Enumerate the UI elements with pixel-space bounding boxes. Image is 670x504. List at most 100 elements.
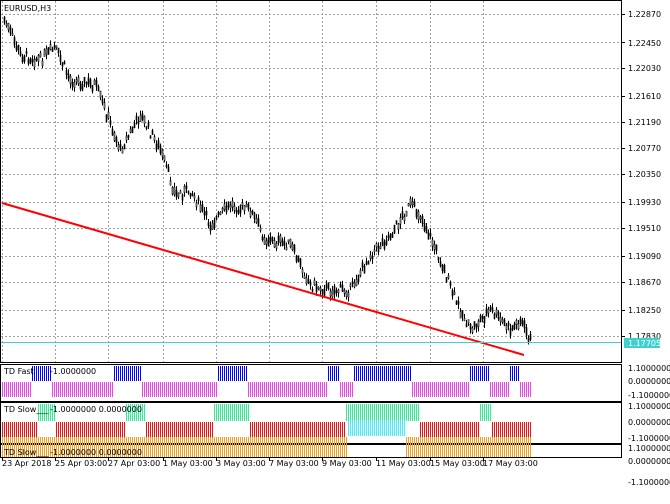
candle-body: [259, 227, 262, 231]
candle-body: [205, 210, 208, 216]
td-fast-bar: [166, 382, 167, 397]
td-slow-2-bar: [372, 420, 373, 436]
candle-body: [57, 47, 60, 54]
candle-body: [483, 315, 486, 324]
td-fast-bar: [16, 382, 17, 397]
td-slow-2-bar: [222, 437, 223, 457]
td-slow-2-bar: [260, 437, 261, 457]
td-fast-bar: [448, 382, 449, 397]
td-slow-2-bar: [224, 437, 225, 457]
candle-body: [465, 323, 468, 328]
td-slow-2-bar: [366, 420, 367, 436]
candle-body: [187, 190, 190, 194]
candle-body: [341, 285, 344, 292]
td-slow-2-bar: [504, 437, 505, 457]
candle-body: [249, 211, 252, 217]
td-slow-2-bar: [184, 437, 185, 457]
candle-body: [311, 288, 314, 292]
td-slow-2-bar: [298, 437, 299, 457]
td-fast-bar: [380, 366, 381, 381]
candle-body: [269, 236, 272, 243]
candle-body: [73, 82, 76, 88]
td-fast-bar: [414, 382, 415, 397]
candle-body: [161, 149, 164, 157]
td-fast-bar: [186, 382, 187, 397]
td-fast-bar: [210, 382, 211, 397]
td-fast-bar: [360, 366, 361, 381]
td-fast-bar: [316, 382, 317, 397]
td-slow-2-bar: [376, 420, 377, 436]
td-slow-2-bar: [236, 437, 237, 457]
td-slow-2-bar: [398, 420, 399, 436]
td-slow-1-bar: [236, 404, 237, 421]
td-slow-2-bar: [354, 420, 355, 436]
td-slow-2-value: -1.0000000 0.0000000: [50, 448, 142, 457]
td-slow-2-bar: [492, 437, 493, 457]
td-fast-bar: [376, 366, 377, 381]
scale-label: 0.0000000: [628, 418, 670, 427]
td-slow-1-label: TD Slow___: [3, 405, 49, 414]
td-slow-2-bar: [490, 437, 491, 457]
candle-body: [179, 190, 182, 194]
candle-body: [487, 308, 490, 314]
td-slow-1-bar: [490, 404, 491, 421]
td-slow-2-scale[interactable]: 1.1000000 0.0000000 -1.1000000: [628, 444, 670, 487]
time-axis[interactable]: 23 Apr 2018 25 Apr 03:00 27 Apr 03:00 1 …: [2, 459, 538, 468]
td-slow-2-bar: [328, 437, 329, 457]
td-fast-bar: [66, 382, 67, 397]
td-fast-bar: [510, 366, 511, 381]
chart-canvas[interactable]: EURUSD,H3 TD Fast -1.0000000 TD Slow___ …: [0, 0, 670, 502]
td-slow-1-scale[interactable]: 1.1000000 0.0000000 -1.1000000: [628, 402, 670, 443]
td-slow-2-bar: [392, 420, 393, 436]
td-fast-bar: [356, 366, 357, 381]
candle-body: [47, 47, 50, 55]
candle-body: [153, 136, 156, 141]
td-fast-bar: [472, 366, 473, 381]
td-fast-bar: [354, 366, 355, 381]
td-slow-2-bar: [400, 420, 401, 436]
candle-body: [391, 233, 394, 238]
td-slow-2-bar: [248, 437, 249, 457]
td-slow-2-bar: [272, 437, 273, 457]
td-slow-2-bar: [396, 420, 397, 436]
candle-body: [103, 102, 106, 109]
td-fast-scale[interactable]: 1.1000000 0.0000000 -1.1000000: [628, 364, 670, 400]
candle-body: [131, 126, 134, 134]
main-price-pane[interactable]: [0, 0, 622, 363]
candle-body: [13, 37, 16, 46]
candle-body: [63, 61, 66, 65]
td-slow-2-bar: [310, 437, 311, 457]
td-slow-2-bar: [178, 437, 179, 457]
td-fast-bar: [460, 382, 461, 397]
td-fast-bar: [144, 382, 145, 397]
candle-body: [23, 55, 26, 62]
td-fast-bar: [180, 382, 181, 397]
td-slow-2-bar: [404, 420, 405, 436]
td-fast-bar: [164, 382, 165, 397]
candle-body: [281, 239, 284, 246]
td-fast-bar: [250, 382, 251, 397]
td-slow-1-bar: [364, 404, 365, 421]
candle-body: [89, 79, 92, 87]
price-axis[interactable]: 1.22870 1.22450 1.22030 1.21610 1.21190 …: [624, 10, 661, 348]
scale-label: 0.0000000: [628, 457, 670, 466]
td-fast-bar: [458, 382, 459, 397]
td-fast-bar: [352, 382, 353, 397]
td-fast-bar: [452, 382, 453, 397]
td-fast-bar: [108, 382, 109, 397]
td-slow-2-bar: [530, 437, 531, 457]
td-fast-bar: [392, 366, 393, 381]
td-fast-bar: [408, 366, 409, 381]
td-fast-bar: [436, 382, 437, 397]
td-slow-2-bar: [362, 420, 363, 436]
time-label: 3 May 03:00: [216, 459, 266, 468]
td-fast-bar: [306, 382, 307, 397]
candle-body: [241, 202, 244, 206]
td-fast-bar: [332, 366, 333, 381]
candle-body: [381, 238, 384, 246]
trading-chart[interactable]: EURUSD,H3 TD Fast -1.0000000 TD Slow___ …: [0, 0, 670, 502]
td-fast-bar: [514, 366, 515, 381]
price-label: 1.22030: [628, 64, 661, 73]
candle-body: [177, 192, 180, 198]
td-slow-2-bar: [414, 437, 415, 457]
